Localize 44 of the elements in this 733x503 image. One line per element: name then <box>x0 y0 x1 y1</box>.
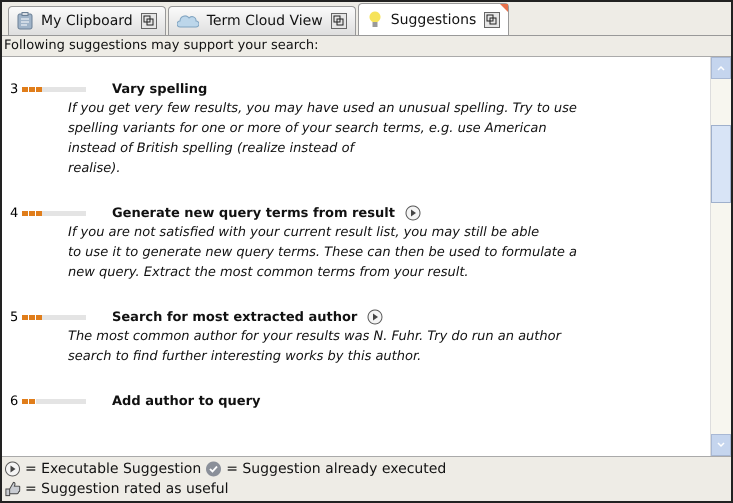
detach-icon[interactable] <box>330 13 347 29</box>
tab[interactable]: My Clipboard <box>8 6 166 35</box>
chevron-down-icon <box>716 440 726 450</box>
rank-number: 6 <box>10 394 20 408</box>
rating-bar <box>42 314 86 320</box>
suggestion-description: realise). <box>68 160 122 178</box>
rank-number: 4 <box>10 206 20 220</box>
thumbs-up-icon <box>4 481 21 497</box>
legend-text: = Suggestion already executed <box>226 461 446 477</box>
suggestion-title[interactable]: Search for most extracted author <box>112 310 358 324</box>
rank-number: 5 <box>10 310 20 324</box>
scrollbar[interactable] <box>710 57 731 456</box>
play-icon[interactable] <box>404 205 421 221</box>
suggestion-title[interactable]: Add author to query <box>112 394 260 408</box>
chevron-up-icon <box>716 63 726 73</box>
cloud-icon <box>176 14 199 28</box>
suggestion-description: spelling variants for one or more of your search terms, e.g. use American <box>68 120 548 138</box>
scroll-thumb[interactable] <box>711 125 731 203</box>
checkmark-icon <box>205 461 222 477</box>
suggestion-description: instead of British spelling (realize instead of <box>68 140 357 158</box>
rating-bar <box>42 86 86 92</box>
suggestion-description: search to find further interesting works by this author. <box>68 348 422 366</box>
suggestion-description: The most common author for your results was N. Fuhr. Try do run an author <box>68 328 562 346</box>
corner-mark-icon <box>500 4 508 12</box>
suggestion-description: If you are not satisfied with your current result list, you may still be able <box>68 224 540 242</box>
suggestion-description: new query. Extract the most common terms from your result. <box>68 264 470 282</box>
clipboard-icon <box>17 12 33 30</box>
lightbulb-icon <box>366 10 383 28</box>
suggestion-description: to use it to generate new query terms. These can then be used to formulate a <box>68 244 578 262</box>
rating-bar <box>42 398 86 404</box>
suggestion-title[interactable]: Generate new query terms from result <box>112 206 395 220</box>
intro-text: Following suggestions may support your search: <box>3 37 320 55</box>
rank-number: 3 <box>10 82 20 96</box>
tab[interactable]: Term Cloud View <box>168 6 356 35</box>
suggestion-title[interactable]: Vary spelling <box>112 82 208 96</box>
play-icon[interactable] <box>367 309 384 325</box>
legend-text: = Executable Suggestion <box>25 461 202 477</box>
suggestion-description: If you get very few results, you may have used an unusual spelling. Try to use <box>68 100 578 118</box>
tab[interactable]: Suggestions <box>358 3 510 35</box>
legend-text: = Suggestion rated as useful <box>25 481 228 497</box>
detach-icon[interactable] <box>484 12 500 28</box>
rating-bar <box>42 210 86 216</box>
detach-icon[interactable] <box>140 13 157 29</box>
play-icon <box>4 461 21 477</box>
